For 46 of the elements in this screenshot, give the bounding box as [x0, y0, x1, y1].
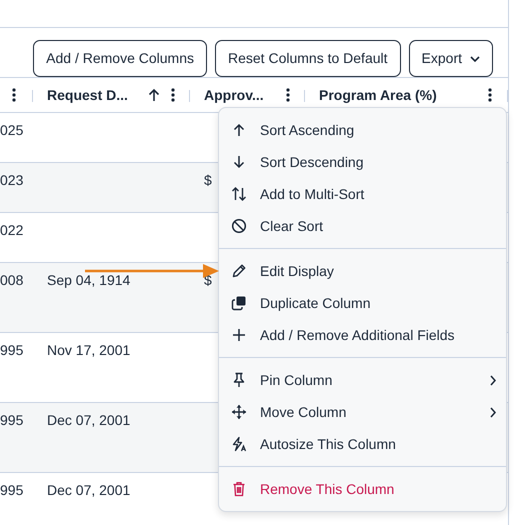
menu-item[interactable]: Duplicate Column	[219, 287, 506, 319]
table-cell: 025	[0, 122, 24, 138]
kebab-menu-icon[interactable]	[171, 88, 175, 102]
table-cell: 023	[0, 172, 24, 188]
menu-item[interactable]: Move Column	[219, 396, 506, 428]
table-cell: 022	[0, 222, 24, 238]
menu-item[interactable]: Add to Multi-Sort	[219, 178, 506, 210]
menu-item[interactable]: Sort Descending	[219, 146, 506, 178]
menu-item[interactable]: Clear Sort	[219, 210, 506, 242]
chevron-down-icon	[470, 56, 480, 62]
column-header[interactable]: Approv...	[204, 84, 264, 106]
menu-item[interactable]: Pin Column	[219, 364, 506, 396]
column-header[interactable]: Request D...	[47, 84, 128, 106]
menu-item[interactable]: Remove This Column	[219, 473, 506, 505]
arrow-down-icon	[231, 154, 247, 170]
kebab-menu-icon[interactable]	[12, 88, 16, 102]
autosize-icon	[231, 436, 247, 452]
table-cell: Dec 07, 2001	[47, 482, 130, 498]
column-header[interactable]: Program Area (%)	[319, 84, 437, 106]
menu-item[interactable]: Autosize This Column	[219, 428, 506, 460]
toolbar-button[interactable]: Add / Remove Columns	[33, 40, 207, 77]
table-cell: 995	[0, 412, 24, 428]
kebab-menu-icon[interactable]	[286, 88, 290, 102]
kebab-menu-icon[interactable]	[488, 88, 492, 102]
table-cell: $	[204, 172, 212, 188]
trash-icon	[231, 481, 247, 497]
table-cell: Sep 04, 1914	[47, 272, 130, 288]
pin-icon	[231, 372, 247, 388]
pencil-icon	[231, 263, 247, 279]
menu-item[interactable]: Sort Ascending	[219, 114, 506, 146]
menu-item[interactable]: Add / Remove Additional Fields	[219, 319, 506, 351]
duplicate-icon	[231, 295, 247, 311]
plus-icon	[231, 327, 247, 343]
toolbar-button[interactable]: Reset Columns to Default	[215, 40, 401, 77]
sort-arrows-icon	[231, 186, 247, 202]
prohibited-icon	[231, 218, 247, 234]
export-dropdown[interactable]: Export	[408, 40, 493, 77]
arrow-up-icon	[231, 122, 247, 138]
table-cell: Dec 07, 2001	[47, 412, 130, 428]
table-cell: Nov 17, 2001	[47, 342, 130, 358]
table-cell: 008	[0, 272, 24, 288]
move-icon	[231, 404, 247, 420]
menu-item[interactable]: Edit Display	[219, 255, 506, 287]
sort-ascending-icon[interactable]	[148, 88, 160, 102]
table-cell: 995	[0, 482, 24, 498]
table-cell: 995	[0, 342, 24, 358]
